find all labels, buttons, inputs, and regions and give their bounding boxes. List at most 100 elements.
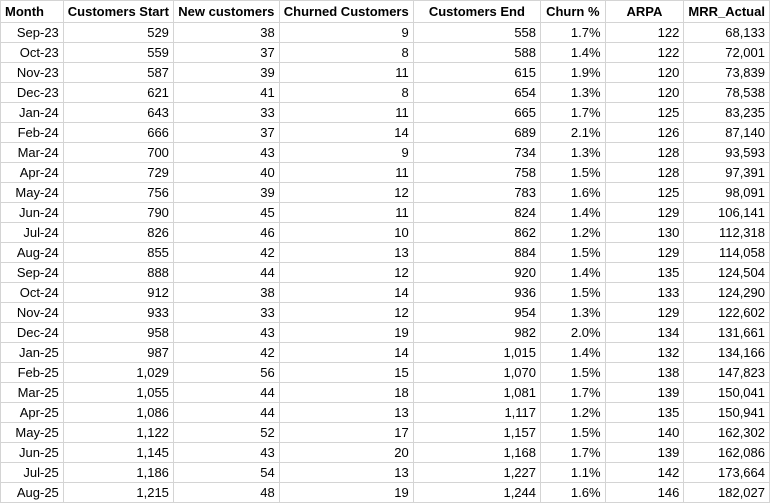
- cell-churn-pct[interactable]: 1.4%: [540, 262, 606, 283]
- cell-month[interactable]: Jun-24: [0, 202, 64, 223]
- cell-mrr-actual[interactable]: 93,593: [683, 142, 770, 163]
- cell-new-customers[interactable]: 39: [172, 182, 280, 203]
- cell-arpa[interactable]: 128: [604, 162, 685, 183]
- cell-mrr-actual[interactable]: 131,661: [683, 322, 770, 343]
- cell-mrr-actual[interactable]: 73,839: [683, 62, 770, 83]
- cell-churned-customers[interactable]: 12: [278, 262, 414, 283]
- cell-month[interactable]: May-24: [0, 182, 64, 203]
- cell-mrr-actual[interactable]: 122,602: [683, 302, 770, 323]
- cell-new-customers[interactable]: 38: [172, 22, 280, 43]
- cell-churn-pct[interactable]: 1.9%: [540, 62, 606, 83]
- cell-month[interactable]: Aug-25: [0, 482, 64, 503]
- cell-month[interactable]: Oct-23: [0, 42, 64, 63]
- cell-churned-customers[interactable]: 15: [278, 362, 414, 383]
- cell-new-customers[interactable]: 44: [172, 262, 280, 283]
- cell-customers-end[interactable]: 920: [412, 262, 542, 283]
- cell-arpa[interactable]: 146: [604, 482, 685, 503]
- cell-churn-pct[interactable]: 1.7%: [540, 382, 606, 403]
- cell-mrr-actual[interactable]: 124,290: [683, 282, 770, 303]
- cell-customers-end[interactable]: 1,117: [412, 402, 542, 423]
- cell-churn-pct[interactable]: 1.5%: [540, 282, 606, 303]
- cell-month[interactable]: Mar-25: [0, 382, 64, 403]
- cell-arpa[interactable]: 129: [604, 302, 685, 323]
- cell-mrr-actual[interactable]: 68,133: [683, 22, 770, 43]
- cell-new-customers[interactable]: 42: [172, 242, 280, 263]
- header-cell-churn-pct[interactable]: Churn %: [540, 0, 606, 23]
- header-cell-mrr-actual[interactable]: MRR_Actual: [683, 0, 770, 23]
- cell-churned-customers[interactable]: 11: [278, 102, 414, 123]
- cell-mrr-actual[interactable]: 147,823: [683, 362, 770, 383]
- cell-month[interactable]: Jan-24: [0, 102, 64, 123]
- cell-customers-start[interactable]: 621: [62, 82, 174, 103]
- cell-arpa[interactable]: 139: [604, 442, 685, 463]
- cell-arpa[interactable]: 138: [604, 362, 685, 383]
- cell-arpa[interactable]: 120: [604, 62, 685, 83]
- cell-customers-end[interactable]: 936: [412, 282, 542, 303]
- cell-customers-end[interactable]: 982: [412, 322, 542, 343]
- cell-customers-end[interactable]: 862: [412, 222, 542, 243]
- cell-churned-customers[interactable]: 13: [278, 402, 414, 423]
- cell-mrr-actual[interactable]: 162,086: [683, 442, 770, 463]
- cell-customers-start[interactable]: 729: [62, 162, 174, 183]
- cell-month[interactable]: Mar-24: [0, 142, 64, 163]
- cell-month[interactable]: May-25: [0, 422, 64, 443]
- cell-customers-end[interactable]: 758: [412, 162, 542, 183]
- cell-month[interactable]: Oct-24: [0, 282, 64, 303]
- cell-customers-start[interactable]: 987: [62, 342, 174, 363]
- cell-churned-customers[interactable]: 8: [278, 82, 414, 103]
- cell-churn-pct[interactable]: 2.1%: [540, 122, 606, 143]
- cell-arpa[interactable]: 142: [604, 462, 685, 483]
- cell-mrr-actual[interactable]: 173,664: [683, 462, 770, 483]
- cell-customers-end[interactable]: 884: [412, 242, 542, 263]
- cell-customers-start[interactable]: 1,186: [62, 462, 174, 483]
- cell-customers-end[interactable]: 1,227: [412, 462, 542, 483]
- cell-churned-customers[interactable]: 13: [278, 462, 414, 483]
- cell-arpa[interactable]: 133: [604, 282, 685, 303]
- cell-churn-pct[interactable]: 1.3%: [540, 142, 606, 163]
- cell-customers-start[interactable]: 855: [62, 242, 174, 263]
- cell-churn-pct[interactable]: 1.5%: [540, 362, 606, 383]
- cell-arpa[interactable]: 139: [604, 382, 685, 403]
- cell-mrr-actual[interactable]: 83,235: [683, 102, 770, 123]
- cell-new-customers[interactable]: 46: [172, 222, 280, 243]
- cell-customers-end[interactable]: 954: [412, 302, 542, 323]
- cell-month[interactable]: Aug-24: [0, 242, 64, 263]
- cell-churn-pct[interactable]: 1.6%: [540, 182, 606, 203]
- cell-churn-pct[interactable]: 1.7%: [540, 442, 606, 463]
- cell-month[interactable]: Nov-23: [0, 62, 64, 83]
- cell-new-customers[interactable]: 45: [172, 202, 280, 223]
- cell-new-customers[interactable]: 52: [172, 422, 280, 443]
- cell-arpa[interactable]: 130: [604, 222, 685, 243]
- cell-customers-start[interactable]: 643: [62, 102, 174, 123]
- cell-churn-pct[interactable]: 1.7%: [540, 102, 606, 123]
- cell-arpa[interactable]: 128: [604, 142, 685, 163]
- cell-churned-customers[interactable]: 20: [278, 442, 414, 463]
- cell-churned-customers[interactable]: 10: [278, 222, 414, 243]
- cell-new-customers[interactable]: 39: [172, 62, 280, 83]
- cell-customers-start[interactable]: 1,122: [62, 422, 174, 443]
- cell-arpa[interactable]: 120: [604, 82, 685, 103]
- cell-new-customers[interactable]: 38: [172, 282, 280, 303]
- cell-mrr-actual[interactable]: 150,041: [683, 382, 770, 403]
- cell-churn-pct[interactable]: 1.5%: [540, 162, 606, 183]
- cell-churned-customers[interactable]: 17: [278, 422, 414, 443]
- cell-month[interactable]: Sep-23: [0, 22, 64, 43]
- cell-customers-start[interactable]: 790: [62, 202, 174, 223]
- cell-mrr-actual[interactable]: 97,391: [683, 162, 770, 183]
- cell-mrr-actual[interactable]: 112,318: [683, 222, 770, 243]
- header-cell-new-customers[interactable]: New customers: [172, 0, 280, 23]
- cell-mrr-actual[interactable]: 114,058: [683, 242, 770, 263]
- cell-new-customers[interactable]: 33: [172, 302, 280, 323]
- cell-customers-end[interactable]: 1,070: [412, 362, 542, 383]
- cell-churned-customers[interactable]: 14: [278, 122, 414, 143]
- cell-customers-start[interactable]: 756: [62, 182, 174, 203]
- cell-customers-start[interactable]: 666: [62, 122, 174, 143]
- cell-customers-end[interactable]: 1,157: [412, 422, 542, 443]
- cell-arpa[interactable]: 126: [604, 122, 685, 143]
- cell-customers-start[interactable]: 1,145: [62, 442, 174, 463]
- cell-new-customers[interactable]: 40: [172, 162, 280, 183]
- cell-churned-customers[interactable]: 14: [278, 282, 414, 303]
- cell-month[interactable]: Apr-24: [0, 162, 64, 183]
- cell-new-customers[interactable]: 37: [172, 122, 280, 143]
- cell-customers-end[interactable]: 1,168: [412, 442, 542, 463]
